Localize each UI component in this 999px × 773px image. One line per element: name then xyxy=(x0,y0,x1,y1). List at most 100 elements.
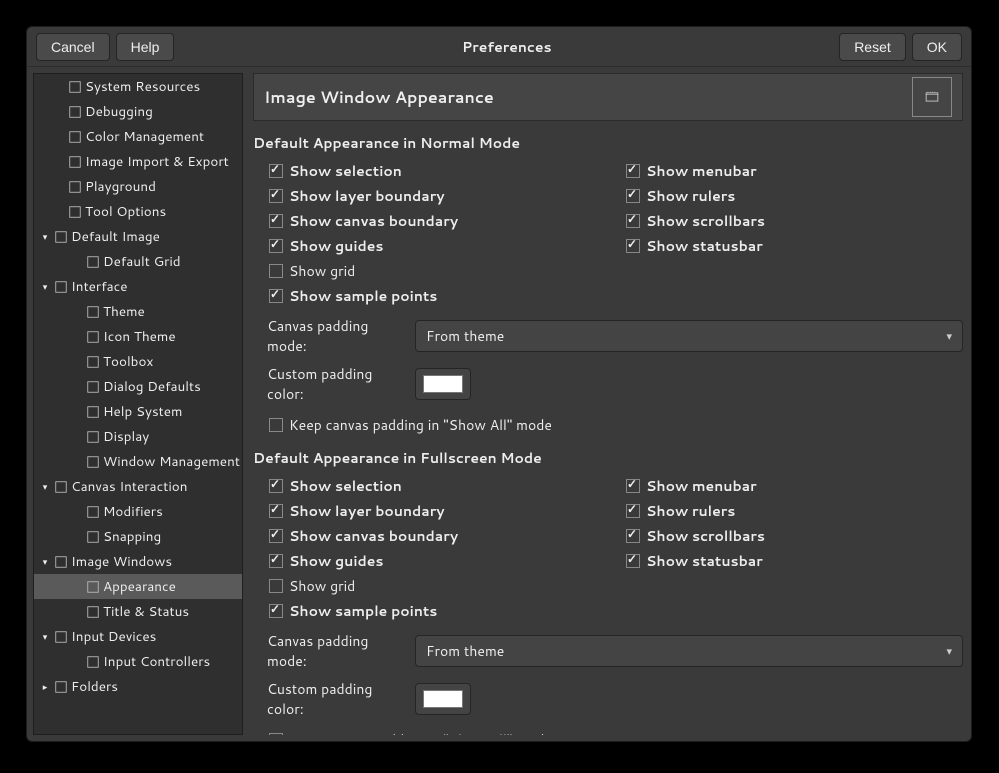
category-icon xyxy=(85,654,101,670)
check-row-show-selection: Show selection xyxy=(269,159,606,183)
expander-icon[interactable]: ▾ xyxy=(38,480,52,494)
expander-icon[interactable]: ▸ xyxy=(38,680,52,694)
checkbox-show-scrollbars[interactable] xyxy=(626,529,640,543)
tree-item-window-management[interactable]: Window Management xyxy=(34,449,242,474)
expander-icon xyxy=(70,255,84,269)
tree-item-input-devices[interactable]: ▾ Input Devices xyxy=(34,624,242,649)
keep-padding-label: Keep canvas padding in "Show All" mode xyxy=(289,415,552,435)
checkbox-label: Show selection xyxy=(289,476,402,496)
ok-button[interactable]: OK xyxy=(912,33,962,61)
padding-mode-label-fullscreen: Canvas padding mode: xyxy=(267,631,407,671)
keep-padding-row-normal: Keep canvas padding in "Show All" mode xyxy=(269,412,963,438)
tree-item-default-grid[interactable]: Default Grid xyxy=(34,249,242,274)
tree-item-help-system[interactable]: Help System xyxy=(34,399,242,424)
checkbox-show-scrollbars[interactable] xyxy=(626,214,640,228)
tree-item-playground[interactable]: Playground xyxy=(34,174,242,199)
checkbox-label: Show layer boundary xyxy=(289,501,445,521)
tree-item-label: Playground xyxy=(85,177,156,196)
tree-item-label: Folders xyxy=(71,677,118,696)
category-tree[interactable]: System ResourcesDebugging Color Managemen… xyxy=(33,73,243,735)
cancel-button[interactable]: Cancel xyxy=(36,33,110,61)
expander-icon xyxy=(70,305,84,319)
tree-item-label: Color Management xyxy=(85,127,204,146)
tree-item-interface[interactable]: ▾ Interface xyxy=(34,274,242,299)
tree-item-image-windows[interactable]: ▾Image Windows xyxy=(34,549,242,574)
category-icon xyxy=(85,304,101,320)
tree-item-display[interactable]: Display xyxy=(34,424,242,449)
padding-color-button-normal[interactable] xyxy=(415,368,471,400)
checkbox-label: Show grid xyxy=(289,261,355,281)
category-icon xyxy=(85,404,101,420)
help-button[interactable]: Help xyxy=(116,33,175,61)
category-icon xyxy=(85,579,101,595)
checkbox-show-selection[interactable] xyxy=(269,164,283,178)
category-icon xyxy=(85,504,101,520)
check-row-show-grid: Show grid xyxy=(269,259,606,283)
checkbox-show-layer-boundary[interactable] xyxy=(269,189,283,203)
expander-icon[interactable]: ▾ xyxy=(38,280,52,294)
tree-item-icon-theme[interactable]: Icon Theme xyxy=(34,324,242,349)
checkbox-show-canvas-boundary[interactable] xyxy=(269,214,283,228)
tree-item-appearance[interactable]: Appearance xyxy=(34,574,242,599)
check-row-show-guides: Show guides xyxy=(269,234,606,258)
tree-item-title-status[interactable]: Title & Status xyxy=(34,599,242,624)
tree-item-snapping[interactable]: Snapping xyxy=(34,524,242,549)
category-icon xyxy=(67,154,83,170)
reset-button[interactable]: Reset xyxy=(839,33,906,61)
preferences-dialog: Cancel Help Preferences Reset OK System … xyxy=(26,26,972,742)
tree-item-toolbox[interactable]: Toolbox xyxy=(34,349,242,374)
category-icon xyxy=(53,629,69,645)
checkbox-label: Show canvas boundary xyxy=(289,526,458,546)
checkbox-show-grid[interactable] xyxy=(269,579,283,593)
tree-item-debugging[interactable]: Debugging xyxy=(34,99,242,124)
checkbox-label: Show grid xyxy=(289,576,355,596)
checkbox-show-menubar[interactable] xyxy=(626,164,640,178)
expander-icon xyxy=(70,430,84,444)
checkbox-show-grid[interactable] xyxy=(269,264,283,278)
checkbox-show-sample-points[interactable] xyxy=(269,604,283,618)
keep-padding-checkbox-fullscreen[interactable] xyxy=(269,733,283,735)
checkbox-show-layer-boundary[interactable] xyxy=(269,504,283,518)
tree-item-modifiers[interactable]: Modifiers xyxy=(34,499,242,524)
tree-item-default-image[interactable]: ▾Default Image xyxy=(34,224,242,249)
page-title: Image Window Appearance xyxy=(264,86,912,109)
tree-item-canvas-interaction[interactable]: ▾Canvas Interaction xyxy=(34,474,242,499)
category-icon xyxy=(85,379,101,395)
expander-icon xyxy=(52,155,66,169)
tree-item-image-import-export[interactable]: Image Import & Export xyxy=(34,149,242,174)
checkbox-show-canvas-boundary[interactable] xyxy=(269,529,283,543)
tree-item-folders[interactable]: ▸ Folders xyxy=(34,674,242,699)
check-row-show-sample-points: Show sample points xyxy=(269,599,606,623)
category-icon xyxy=(85,354,101,370)
checkbox-label: Show rulers xyxy=(646,186,735,206)
checkbox-show-statusbar[interactable] xyxy=(626,554,640,568)
tree-item-input-controllers[interactable]: Input Controllers xyxy=(34,649,242,674)
tree-item-theme[interactable]: Theme xyxy=(34,299,242,324)
checkbox-show-guides[interactable] xyxy=(269,239,283,253)
checkbox-show-selection[interactable] xyxy=(269,479,283,493)
checkbox-show-guides[interactable] xyxy=(269,554,283,568)
checkbox-show-menubar[interactable] xyxy=(626,479,640,493)
expander-icon[interactable]: ▾ xyxy=(38,555,52,569)
tree-item-dialog-defaults[interactable]: Dialog Defaults xyxy=(34,374,242,399)
checkbox-show-sample-points[interactable] xyxy=(269,289,283,303)
checkbox-show-rulers[interactable] xyxy=(626,189,640,203)
dialog-header: Cancel Help Preferences Reset OK xyxy=(27,27,971,67)
expander-icon[interactable]: ▾ xyxy=(38,230,52,244)
expander-icon[interactable]: ▾ xyxy=(38,630,52,644)
expander-icon xyxy=(52,105,66,119)
checkbox-show-rulers[interactable] xyxy=(626,504,640,518)
tree-item-system-resources[interactable]: System Resources xyxy=(34,74,242,99)
padding-color-button-fullscreen[interactable] xyxy=(415,683,471,715)
padding-mode-dropdown-normal[interactable]: From theme xyxy=(415,320,963,352)
expander-icon xyxy=(70,355,84,369)
padding-mode-value: From theme xyxy=(426,326,504,346)
padding-mode-dropdown-fullscreen[interactable]: From theme xyxy=(415,635,963,667)
tree-item-label: Interface xyxy=(71,277,128,296)
checkbox-show-statusbar[interactable] xyxy=(626,239,640,253)
checkbox-label: Show guides xyxy=(289,236,383,256)
tree-item-color-management[interactable]: Color Management xyxy=(34,124,242,149)
tree-item-tool-options[interactable]: Tool Options xyxy=(34,199,242,224)
tree-item-label: Input Devices xyxy=(71,627,156,646)
keep-padding-checkbox-normal[interactable] xyxy=(269,418,283,432)
